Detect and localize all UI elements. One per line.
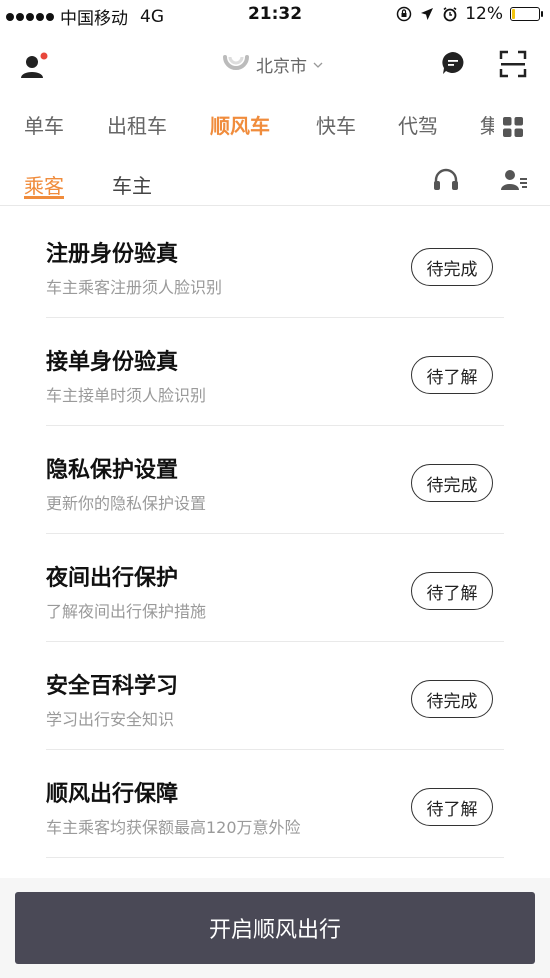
battery-percent: 12% [465,4,503,24]
chat-bubble-icon [442,52,464,74]
tab-express[interactable]: 快车 [316,110,356,139]
bottom-bar: 开启顺风出行 [0,878,550,978]
item-title: 注册身份验真 [46,242,179,267]
item-status-button[interactable]: 待完成 [411,248,493,286]
item-status-button[interactable]: 待完成 [411,680,493,718]
tab-hitch[interactable]: 顺风车 [210,110,270,139]
list-item: 接单身份验真 车主接单时须人脸识别 待了解 [46,318,504,426]
message-button[interactable] [440,50,466,76]
list-item: 注册身份验真 车主乘客注册须人脸识别 待完成 [46,210,504,318]
active-tab-underline [24,196,64,199]
user-icon [21,52,48,78]
orientation-lock-icon [396,6,412,22]
battery-icon [510,7,543,21]
item-title: 隐私保护设置 [46,458,179,483]
item-subtitle: 车主乘客注册须人脸识别 [46,278,223,297]
user-avatar-button[interactable] [20,52,48,80]
item-subtitle: 车主接单时须人脸识别 [46,386,207,405]
list-item: 夜间出行保护 了解夜间出行保护措施 待了解 [46,534,504,642]
grid-icon [503,117,523,137]
list-item: 安全百科学习 学习出行安全知识 待完成 [46,642,504,750]
city-selector[interactable]: 北京市 [222,52,323,77]
tab-bike[interactable]: 单车 [24,110,64,139]
status-right: 12% [396,4,543,24]
item-status-button[interactable]: 待了解 [411,572,493,610]
item-subtitle: 车主乘客均获保额最高120万意外险 [46,818,301,837]
item-status-button[interactable]: 待了解 [411,356,493,394]
service-tabs: 单车 出租车 顺风车 快车 代驾 集 [0,96,550,156]
alarm-icon [442,6,458,22]
status-bar: 中国移动 4G 21:32 12% [0,0,550,32]
item-status-button[interactable]: 待完成 [411,464,493,502]
top-header: 北京市 [0,32,550,96]
safety-checklist: 注册身份验真 车主乘客注册须人脸识别 待完成 接单身份验真 车主接单时须人脸识别… [0,206,550,878]
chevron-down-icon [313,62,323,68]
item-title: 顺风出行保障 [46,782,179,807]
tab-more-truncated[interactable]: 集 [480,110,494,139]
start-hitch-ride-button[interactable]: 开启顺风出行 [15,892,535,964]
customer-service-button[interactable] [432,166,460,194]
contacts-button[interactable] [500,166,528,194]
item-subtitle: 更新你的隐私保护设置 [46,494,207,513]
tab-passenger[interactable]: 乘客 [24,170,64,199]
item-subtitle: 学习出行安全知识 [46,710,175,729]
role-tabs: 乘客 车主 [0,156,550,206]
item-title: 安全百科学习 [46,674,179,699]
city-label: 北京市 [256,57,307,77]
tab-designated-driver[interactable]: 代驾 [398,110,438,139]
location-arrow-icon [419,6,435,22]
all-services-button[interactable] [502,116,524,138]
tab-taxi[interactable]: 出租车 [107,110,167,139]
item-title: 接单身份验真 [46,350,179,375]
item-subtitle: 了解夜间出行保护措施 [46,602,207,621]
headset-icon [434,168,458,190]
scan-icon [499,50,527,78]
list-item: 顺风出行保障 车主乘客均获保额最高120万意外险 待了解 [46,750,504,858]
scan-button[interactable] [499,50,527,78]
item-title: 夜间出行保护 [46,566,179,591]
list-item: 隐私保护设置 更新你的隐私保护设置 待完成 [46,426,504,534]
item-status-button[interactable]: 待了解 [411,788,493,826]
contact-card-icon [501,170,527,190]
didi-logo-icon [223,54,249,70]
tab-driver[interactable]: 车主 [112,170,152,199]
